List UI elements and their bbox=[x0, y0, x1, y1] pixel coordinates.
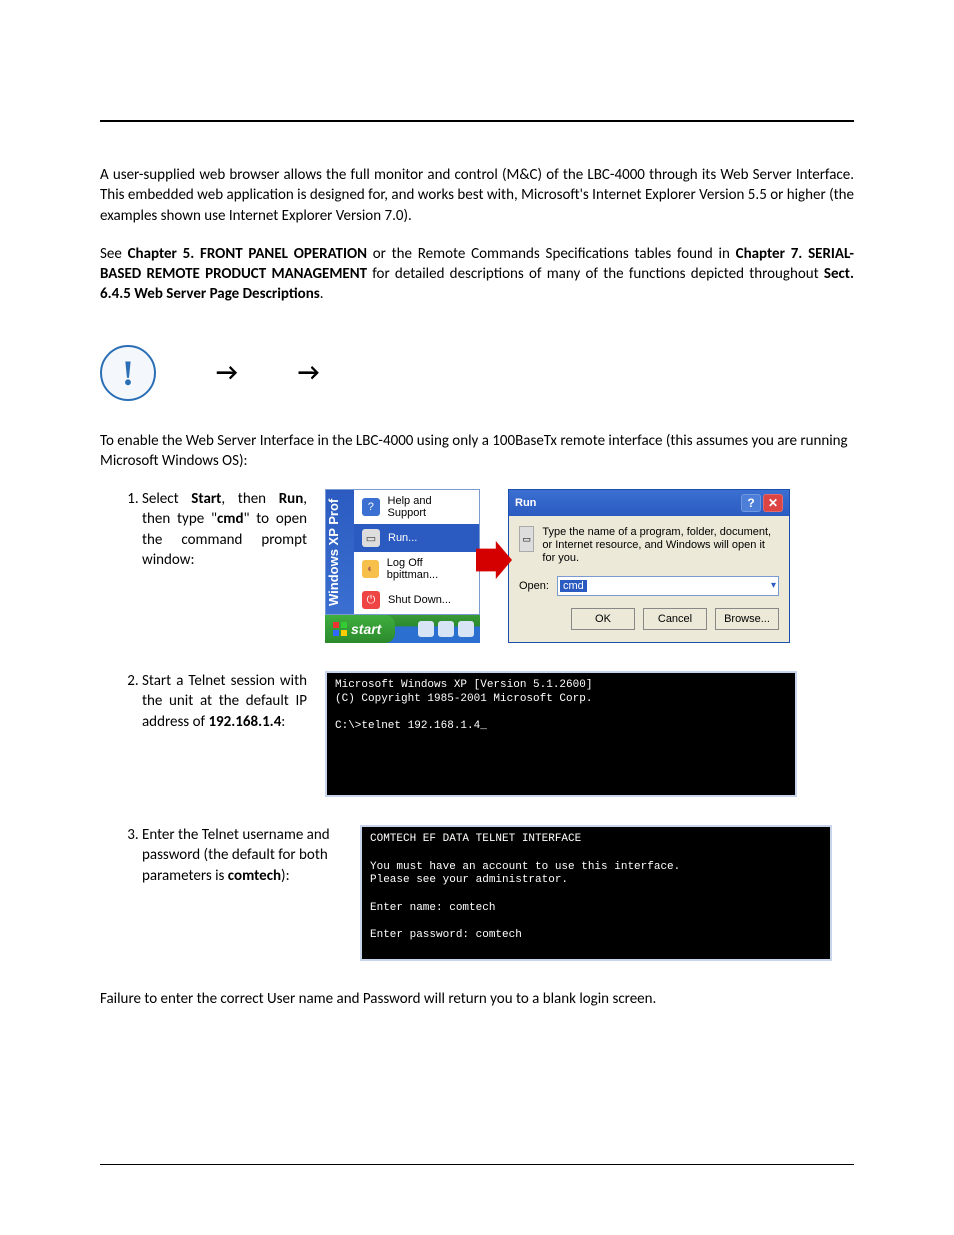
menu-run[interactable]: ▭ Run... bbox=[354, 524, 479, 552]
text: for detailed descriptions of many of the… bbox=[367, 265, 824, 283]
windows-flag-icon bbox=[333, 622, 347, 636]
step-1-graphic: Windows XP Prof ? Help and Support ▭ bbox=[325, 489, 854, 643]
text: , then bbox=[221, 490, 278, 508]
chapter5: Chapter 5. FRONT PANEL OPERATION bbox=[128, 245, 367, 263]
xp-sidebar-label: Windows XP Prof bbox=[326, 490, 354, 614]
telnet-terminal[interactable]: COMTECH EF DATA TELNET INTERFACE You mus… bbox=[360, 825, 832, 961]
menu-label: Run... bbox=[388, 532, 417, 544]
run-dialog: Run ? ✕ ▭ Type the name of a bbox=[508, 489, 790, 643]
run-prompt-icon: ▭ bbox=[519, 526, 534, 552]
text: Select bbox=[142, 490, 191, 508]
step-2-text: Start a Telnet session with the unit at … bbox=[142, 671, 307, 732]
ok-button[interactable]: OK bbox=[571, 608, 635, 630]
menu-label: Help and Support bbox=[388, 495, 471, 519]
close-button[interactable]: ✕ bbox=[763, 494, 783, 512]
shutdown-icon: ⏻ bbox=[362, 591, 380, 609]
run-title-text: Run bbox=[515, 497, 536, 509]
bottom-rule bbox=[100, 1164, 854, 1165]
help-icon: ? bbox=[362, 498, 380, 516]
arrow-icon: → bbox=[216, 358, 238, 387]
text: or the Remote Commands Specifications ta… bbox=[367, 245, 736, 263]
xp-taskbar: start bbox=[325, 615, 480, 643]
top-rule bbox=[100, 120, 854, 122]
reference-paragraph: See Chapter 5. FRONT PANEL OPERATION or … bbox=[100, 244, 854, 305]
notice-row: ! → → bbox=[100, 345, 854, 401]
tray-icon[interactable] bbox=[418, 621, 434, 637]
step-3-text: Enter the Telnet username and password (… bbox=[142, 825, 342, 886]
menu-shutdown[interactable]: ⏻ Shut Down... bbox=[354, 586, 479, 614]
text: See bbox=[100, 245, 128, 263]
xp-start-menu: Windows XP Prof ? Help and Support ▭ bbox=[325, 489, 480, 615]
run-description: Type the name of a program, folder, docu… bbox=[542, 526, 779, 566]
help-button[interactable]: ? bbox=[741, 494, 761, 512]
menu-help-and-support[interactable]: ? Help and Support bbox=[354, 490, 479, 524]
cancel-button[interactable]: Cancel bbox=[643, 608, 707, 630]
text: : bbox=[281, 713, 285, 731]
ip-address: 192.168.1.4 bbox=[208, 713, 281, 731]
start-button[interactable]: start bbox=[325, 615, 395, 643]
step-2: Start a Telnet session with the unit at … bbox=[142, 671, 854, 797]
tray-icon[interactable] bbox=[458, 621, 474, 637]
chevron-down-icon[interactable]: ▾ bbox=[771, 580, 776, 591]
step-3: Enter the Telnet username and password (… bbox=[142, 825, 854, 961]
tray-icons bbox=[418, 621, 480, 637]
enable-paragraph: To enable the Web Server Interface in th… bbox=[100, 431, 854, 472]
cmd-label: cmd bbox=[217, 510, 244, 528]
logoff-icon: ◐ bbox=[362, 560, 379, 578]
alert-icon: ! bbox=[100, 345, 156, 401]
open-label: Open: bbox=[519, 580, 549, 592]
open-combobox[interactable]: cmd ▾ bbox=[557, 576, 779, 596]
text: ): bbox=[281, 867, 290, 885]
run-icon: ▭ bbox=[362, 529, 380, 547]
steps-list: Select Start, then Run, then type "cmd" … bbox=[100, 489, 854, 961]
tray-icon[interactable] bbox=[438, 621, 454, 637]
default-cred: comtech bbox=[228, 867, 281, 885]
run-label: Run bbox=[279, 490, 304, 508]
cmd-terminal[interactable]: Microsoft Windows XP [Version 5.1.2600] … bbox=[325, 671, 797, 797]
step-1-text: Select Start, then Run, then type "cmd" … bbox=[142, 489, 307, 570]
intro-paragraph: A user-supplied web browser allows the f… bbox=[100, 165, 854, 226]
arrow-icon: → bbox=[298, 358, 320, 387]
menu-logoff[interactable]: ◐ Log Off bpittman... bbox=[354, 552, 479, 586]
browse-button[interactable]: Browse... bbox=[715, 608, 779, 630]
open-value: cmd bbox=[560, 580, 587, 592]
step-1: Select Start, then Run, then type "cmd" … bbox=[142, 489, 854, 643]
menu-label: Log Off bpittman... bbox=[387, 557, 471, 581]
start-label: Start bbox=[191, 490, 221, 508]
run-dialog-titlebar: Run ? ✕ bbox=[509, 490, 789, 516]
text: . bbox=[320, 285, 324, 303]
menu-label: Shut Down... bbox=[388, 594, 451, 606]
failure-paragraph: Failure to enter the correct User name a… bbox=[100, 989, 854, 1009]
red-arrow-icon bbox=[476, 541, 512, 579]
start-label: start bbox=[351, 621, 381, 637]
